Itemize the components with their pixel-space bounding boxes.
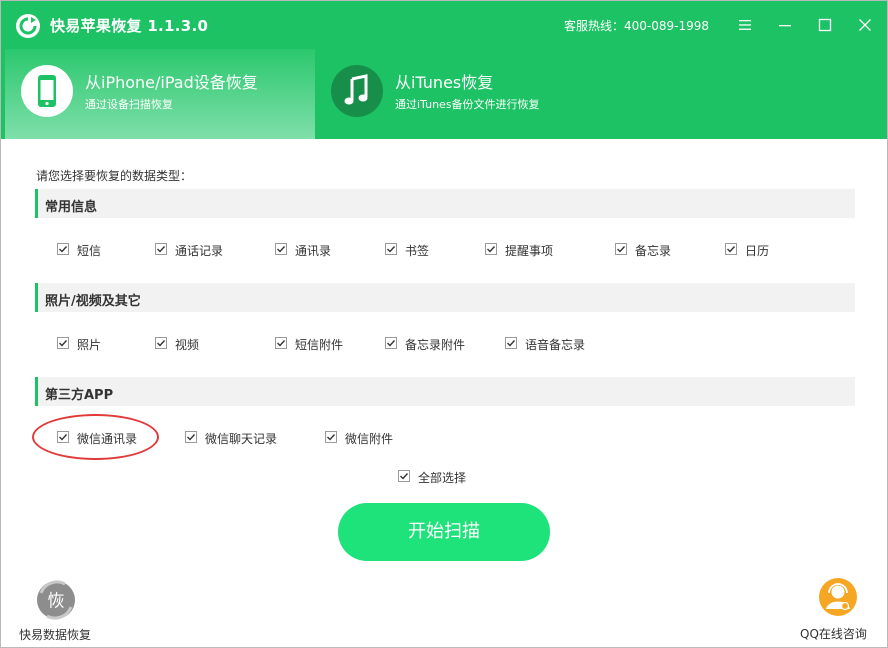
section-accent-bar xyxy=(35,283,38,312)
checkbox-checked-icon xyxy=(398,470,410,482)
checkbox-checked-icon xyxy=(385,337,397,349)
menu-button[interactable] xyxy=(731,11,759,39)
footer-right-label: QQ在线咨询 xyxy=(800,627,867,641)
section-title: 常用信息 xyxy=(45,200,98,215)
section-title: 第三方APP xyxy=(45,388,114,403)
section-accent-bar xyxy=(35,377,38,406)
checkbox-checked-icon xyxy=(615,243,627,255)
minimize-icon xyxy=(779,25,791,27)
checkbox-checked-icon xyxy=(57,431,69,443)
maximize-icon xyxy=(818,18,832,32)
checkbox-checked-icon xyxy=(505,337,517,349)
mode-subtitle: 通过设备扫描恢复 xyxy=(85,98,173,111)
recovery-badge-icon: 恢 xyxy=(35,579,77,621)
checkbox-checked-icon xyxy=(385,243,397,255)
phone-icon xyxy=(21,65,73,117)
app-title: 快易苹果恢复 1.1.3.0 xyxy=(50,17,209,35)
section-title: 照片/视频及其它 xyxy=(45,294,141,309)
title-bar: 快易苹果恢复 1.1.3.0 客服热线：400-089-1998 xyxy=(1,1,887,49)
checkbox-checked-icon xyxy=(57,337,69,349)
checkbox-checked-icon xyxy=(155,337,167,349)
checkbox-checked-icon xyxy=(185,431,197,443)
checkbox-checked-icon xyxy=(485,243,497,255)
tab-itunes-recovery[interactable]: 从iTunes恢复 通过iTunes备份文件进行恢复 xyxy=(315,49,887,139)
start-scan-button[interactable]: 开始扫描 xyxy=(338,503,550,561)
data-type-prompt: 请您选择要恢复的数据类型： xyxy=(36,169,193,183)
qq-online-consult-link[interactable]: QQ在线咨询 xyxy=(798,577,878,641)
checkbox-checked-icon xyxy=(725,243,737,255)
section-third-party-app: 第三方APP xyxy=(35,377,855,406)
customer-service-icon xyxy=(818,577,858,617)
svg-text:恢: 恢 xyxy=(48,592,65,612)
music-note-icon xyxy=(331,65,383,117)
checkbox-checked-icon xyxy=(275,337,287,349)
hotline-text: 客服热线：400-089-1998 xyxy=(564,19,710,33)
checkbox-checked-icon xyxy=(325,431,337,443)
mode-title: 从iPhone/iPad设备恢复 xyxy=(85,73,258,92)
checkbox-checked-icon xyxy=(275,243,287,255)
app-window: 快易苹果恢复 1.1.3.0 客服热线：400-089-1998 从iPhone… xyxy=(0,0,888,648)
mode-title: 从iTunes恢复 xyxy=(395,73,494,92)
header: 快易苹果恢复 1.1.3.0 客服热线：400-089-1998 从iPhone… xyxy=(1,1,887,139)
section-common-info: 常用信息 xyxy=(35,189,855,218)
checkbox-checked-icon xyxy=(57,243,69,255)
app-logo-icon xyxy=(16,14,40,38)
menu-icon xyxy=(739,20,751,30)
close-button[interactable] xyxy=(851,11,879,39)
checkbox-checked-icon xyxy=(155,243,167,255)
maximize-button[interactable] xyxy=(811,11,839,39)
tab-device-recovery[interactable]: 从iPhone/iPad设备恢复 通过设备扫描恢复 xyxy=(5,49,315,139)
mode-subtitle: 通过iTunes备份文件进行恢复 xyxy=(395,98,540,111)
kuaiyi-data-recovery-link[interactable]: 恢 快易数据恢复 xyxy=(19,579,99,642)
section-photos-videos: 照片/视频及其它 xyxy=(35,283,855,312)
minimize-button[interactable] xyxy=(771,11,799,39)
footer-left-label: 快易数据恢复 xyxy=(19,628,92,642)
section-accent-bar xyxy=(35,189,38,218)
close-icon xyxy=(859,19,871,31)
